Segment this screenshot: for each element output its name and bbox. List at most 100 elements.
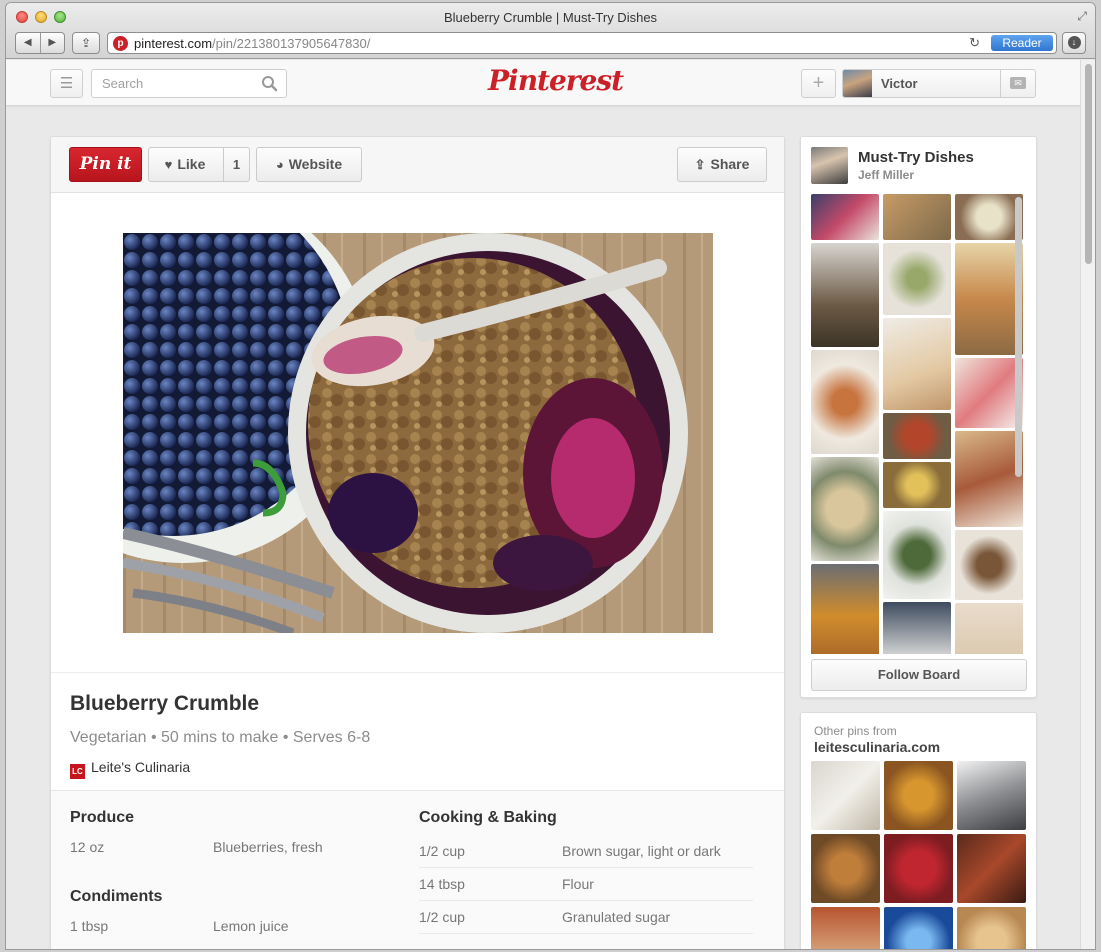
board-card: Must-Try Dishes Jeff Miller Follow Board (800, 136, 1037, 698)
search-icon[interactable] (261, 75, 278, 92)
share-icon: ⇪ (694, 157, 706, 172)
url-text: pinterest.com/pin/221380137905647830/ (134, 36, 370, 51)
user-menu-button[interactable]: Victor ✉ (842, 69, 1036, 98)
search-box (91, 69, 287, 98)
ingredient-qty: 14 tbsp (419, 876, 465, 892)
board-pin-thumbnail[interactable] (883, 194, 951, 240)
board-pin-thumbnail[interactable] (811, 350, 879, 454)
board-pin-thumbnail[interactable] (811, 457, 879, 561)
board-pin-grid (811, 194, 1026, 654)
other-pin-thumbnail[interactable] (811, 834, 880, 903)
condiments-heading: Condiments (70, 888, 163, 905)
search-input[interactable] (92, 70, 252, 97)
notifications-icon: ✉ (1010, 76, 1026, 89)
ingredient-row: 1 tbsp Lemon juice (70, 914, 380, 944)
browser-share-button[interactable]: ⇪ (72, 32, 100, 54)
page-viewport: ☰ Pinterest + Victor ✉ Pin it ♥ Like (6, 60, 1095, 949)
browser-window: Blueberry Crumble | Must-Try Dishes ⤢ ◀ … (6, 3, 1095, 949)
globe-icon: ◕ (275, 157, 284, 172)
ingredient-name: Flour (562, 876, 594, 892)
page-scrollbar[interactable] (1080, 60, 1095, 949)
share-button[interactable]: ⇪ Share (677, 147, 767, 182)
other-pin-thumbnail[interactable] (884, 761, 953, 830)
board-pin-thumbnail[interactable] (883, 511, 951, 599)
board-pin-thumbnail[interactable] (955, 603, 1023, 654)
address-bar[interactable]: p pinterest.com/pin/221380137905647830/ … (107, 32, 1057, 54)
ingredient-name: Blueberries, fresh (213, 839, 323, 855)
ingredient-row: 14 tbsp Flour (419, 868, 753, 901)
back-forward-buttons: ◀ ▶ (15, 32, 65, 54)
pin-card: Pin it ♥ Like 1 ◕ Website ⇪ Share Bluebe… (50, 136, 785, 949)
blueberry-crumble-photo (123, 233, 713, 633)
pin-image[interactable] (123, 233, 713, 633)
ingredient-qty: 1/2 cup (419, 843, 465, 859)
like-button[interactable]: ♥ Like 1 (148, 147, 250, 182)
other-pins-label: Other pins from (814, 724, 897, 738)
notifications-button[interactable]: ✉ (1000, 69, 1035, 98)
board-pin-thumbnail[interactable] (955, 530, 1023, 600)
board-pin-thumbnail[interactable] (883, 462, 951, 508)
board-pin-thumbnail[interactable] (883, 602, 951, 654)
ingredient-row: 12 oz Blueberries, fresh (70, 835, 380, 865)
board-owner-avatar[interactable] (811, 147, 848, 184)
reload-icon[interactable]: ↻ (969, 35, 980, 51)
website-label: Website (288, 156, 343, 172)
plus-icon: + (812, 72, 825, 94)
board-name[interactable]: Must-Try Dishes (858, 149, 974, 166)
other-pins-domain[interactable]: leitesculinaria.com (814, 739, 940, 755)
ingredients-section: Produce 12 oz Blueberries, fresh Condime… (51, 790, 784, 949)
pin-description: Blueberry Crumble Vegetarian • 50 mins t… (51, 672, 784, 790)
browser-titlebar: Blueberry Crumble | Must-Try Dishes ⤢ ◀ … (6, 3, 1095, 59)
download-icon: ↓ (1067, 36, 1081, 50)
ingredient-qty: 1/2 cup (419, 909, 465, 925)
back-button[interactable]: ◀ (16, 33, 41, 53)
source-link[interactable]: LC Leite's Culinaria (70, 759, 190, 779)
ingredient-name: Granulated sugar (562, 909, 671, 925)
source-name: Leite's Culinaria (91, 759, 191, 775)
other-pin-thumbnail[interactable] (811, 761, 880, 830)
avatar (843, 70, 872, 97)
board-pin-thumbnail[interactable] (955, 358, 1023, 428)
ingredients-left-column: Produce 12 oz Blueberries, fresh Condime… (70, 809, 380, 944)
board-pin-thumbnail[interactable] (883, 243, 951, 315)
board-owner[interactable]: Jeff Miller (858, 168, 914, 182)
other-pin-thumbnail[interactable] (884, 907, 953, 949)
share-label: Share (710, 156, 750, 172)
downloads-button[interactable]: ↓ (1062, 32, 1086, 54)
board-grid-column (883, 194, 951, 654)
board-pin-thumbnail[interactable] (883, 413, 951, 459)
ingredient-name: Lemon juice (213, 918, 289, 934)
board-grid-column (955, 194, 1023, 654)
board-pin-thumbnail[interactable] (811, 243, 879, 347)
fullscreen-icon[interactable]: ⤢ (1077, 9, 1087, 24)
other-pin-thumbnail[interactable] (957, 834, 1026, 903)
board-pin-thumbnail[interactable] (955, 431, 1023, 527)
ingredient-qty: 1 tbsp (70, 918, 109, 934)
recipe-title: Blueberry Crumble (70, 692, 260, 715)
board-pin-thumbnail[interactable] (883, 318, 951, 410)
follow-board-button[interactable]: Follow Board (811, 659, 1027, 691)
window-title: Blueberry Crumble | Must-Try Dishes (443, 10, 658, 25)
board-pin-thumbnail[interactable] (955, 194, 1023, 240)
pin-it-button[interactable]: Pin it (69, 147, 142, 182)
pinterest-logo[interactable]: Pinterest (488, 64, 624, 97)
other-pin-thumbnail[interactable] (811, 907, 880, 949)
forward-button[interactable]: ▶ (41, 33, 65, 53)
other-pin-thumbnail[interactable] (957, 907, 1026, 949)
pin-action-bar: Pin it ♥ Like 1 ◕ Website ⇪ Share (51, 137, 784, 193)
page-scroll-thumb[interactable] (1085, 64, 1092, 264)
reader-button[interactable]: Reader (991, 35, 1053, 51)
board-pin-thumbnail[interactable] (811, 194, 879, 240)
board-pin-thumbnail[interactable] (955, 243, 1023, 355)
other-pin-thumbnail[interactable] (884, 834, 953, 903)
other-pin-thumbnail[interactable] (957, 761, 1026, 830)
like-count: 1 (223, 148, 249, 181)
hamburger-icon: ☰ (59, 75, 74, 92)
board-grid-scrollbar[interactable] (1015, 197, 1022, 477)
menu-button[interactable]: ☰ (50, 69, 83, 98)
add-pin-button[interactable]: + (801, 69, 836, 98)
board-pin-thumbnail[interactable] (811, 564, 879, 654)
website-button[interactable]: ◕ Website (256, 147, 362, 182)
source-logo-icon: LC (70, 764, 85, 779)
share-icon: ⇪ (80, 36, 92, 50)
